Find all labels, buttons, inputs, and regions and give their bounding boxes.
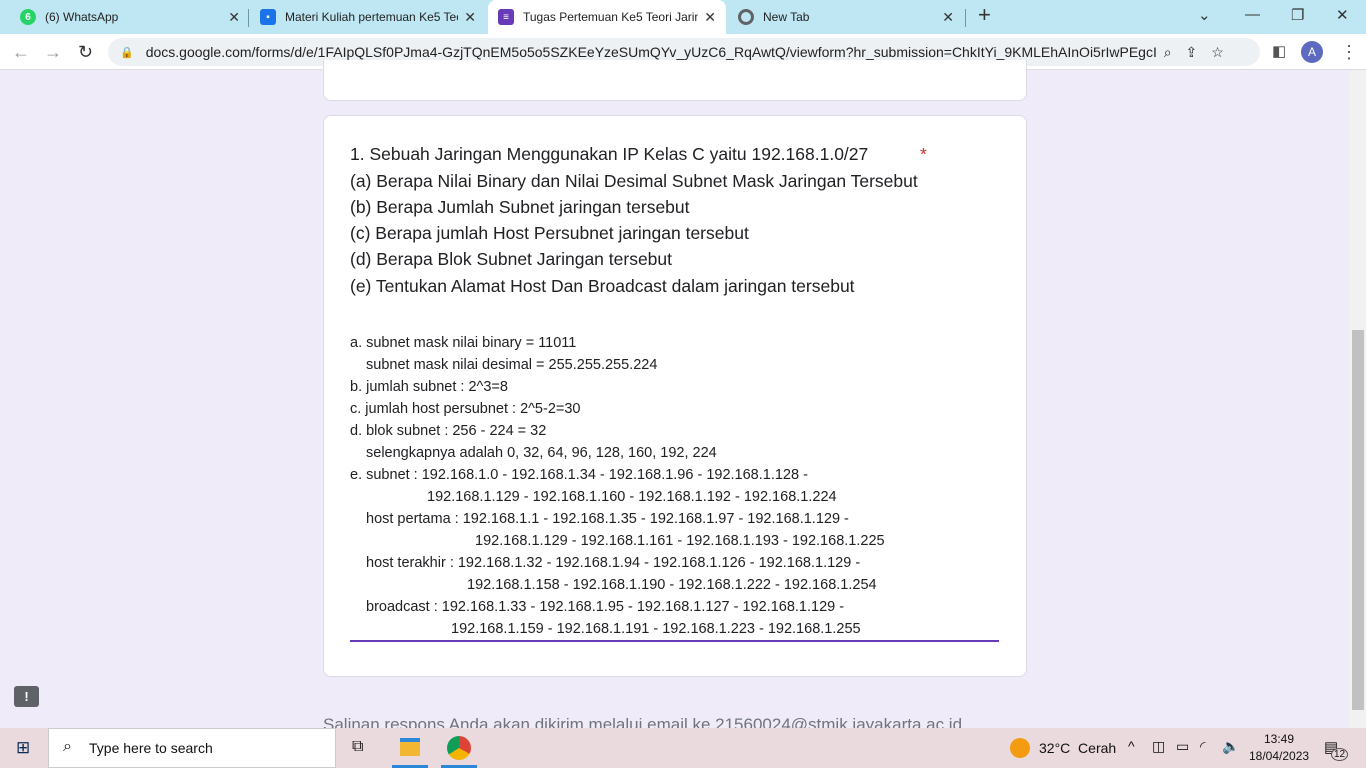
wifi-icon[interactable]: ◜ (1200, 738, 1205, 755)
notification-count: 12 (1331, 748, 1349, 761)
tab-separator (965, 9, 966, 27)
windows-start-icon[interactable]: ⊞ (16, 738, 30, 758)
back-button[interactable]: ← (12, 42, 30, 63)
answer-line: host pertama : 192.168.1.1 - 192.168.1.3… (366, 511, 849, 527)
tab-title: (6) WhatsApp (45, 10, 119, 24)
question-line: (e) Tentukan Alamat Host Dan Broadcast d… (350, 276, 855, 296)
bookmark-star-icon[interactable]: ☆ (1211, 44, 1224, 61)
tab-tugas[interactable]: ≡ Tugas Pertemuan Ke5 Teori Jaringan ✕ (488, 0, 726, 34)
close-tab-icon[interactable]: ✕ (942, 9, 954, 26)
answer-line: b. jumlah subnet : 2^3=8 (350, 379, 508, 395)
forward-button[interactable]: → (44, 42, 62, 63)
question-line: (a) Berapa Nilai Binary dan Nilai Desima… (350, 171, 918, 191)
tab-new-tab[interactable]: New Tab ✕ (728, 0, 964, 34)
battery-icon[interactable]: ▭ (1176, 738, 1189, 755)
answer-line: 192.168.1.129 - 192.168.1.161 - 192.168.… (475, 533, 885, 549)
answer-line: host terakhir : 192.168.1.32 - 192.168.1… (366, 555, 861, 571)
volume-icon[interactable]: 🔈 (1222, 738, 1239, 755)
side-panel-icon[interactable]: ◧ (1272, 42, 1286, 60)
weather-icon (1010, 738, 1030, 758)
restore-button[interactable]: ❐ (1291, 6, 1304, 24)
required-asterisk: * (920, 144, 927, 164)
tab-title: Materi Kuliah pertemuan Ke5 Teori (285, 10, 459, 24)
answer-line: 192.168.1.129 - 192.168.1.160 - 192.168.… (427, 489, 837, 505)
answer-line: selengkapnya adalah 0, 32, 64, 96, 128, … (366, 445, 717, 461)
answer-line: c. jumlah host persubnet : 2^5-2=30 (350, 401, 581, 417)
answer-line: a. subnet mask nilai binary = 11011 (350, 335, 577, 351)
answer-line: 192.168.1.158 - 192.168.1.190 - 192.168.… (467, 577, 877, 593)
task-view-icon[interactable]: ⧉ (352, 738, 363, 756)
zoom-icon[interactable]: ⌕ (1164, 44, 1172, 61)
question-line: (b) Berapa Jumlah Subnet jaringan terseb… (350, 197, 690, 217)
menu-icon[interactable]: ⋮ (1340, 42, 1358, 63)
report-feedback-icon[interactable]: ! (14, 686, 39, 707)
question-title: 1. Sebuah Jaringan Menggunakan IP Kelas … (350, 144, 869, 164)
url-text: docs.google.com/forms/d/e/1FAIpQLSf0PJma… (145, 44, 1156, 60)
close-window-button[interactable]: ✕ (1336, 6, 1349, 24)
question-line: (c) Berapa jumlah Host Persubnet jaringa… (350, 223, 749, 243)
answer-line: d. blok subnet : 256 - 224 = 32 (350, 423, 547, 439)
scrollbar-thumb[interactable] (1352, 330, 1364, 710)
tab-separator (248, 9, 249, 27)
tab-title: New Tab (763, 10, 810, 24)
answer-line: broadcast : 192.168.1.33 - 192.168.1.95 … (366, 599, 845, 615)
answer-line: subnet mask nilai desimal = 255.255.255.… (366, 357, 658, 373)
email-copy-notice: Salinan respons Anda akan dikirim melalu… (323, 715, 963, 728)
forms-icon: ≡ (498, 9, 514, 25)
reload-button[interactable]: ↻ (78, 42, 93, 63)
tab-whatsapp[interactable]: 6 (6) WhatsApp ✕ (10, 0, 250, 34)
tab-materi[interactable]: ▪ Materi Kuliah pertemuan Ke5 Teori ✕ (250, 0, 486, 34)
avatar[interactable]: A (1301, 41, 1323, 63)
tab-strip: 6 (6) WhatsApp ✕ ▪ Materi Kuliah pertemua… (0, 0, 1366, 34)
new-tab-button[interactable]: + (978, 2, 991, 28)
share-icon[interactable]: ⇪ (1186, 44, 1198, 61)
answer-line: e. subnet : 192.168.1.0 - 192.168.1.34 -… (350, 467, 808, 483)
search-placeholder: Type here to search (89, 740, 213, 756)
question-line: (d) Berapa Blok Subnet Jaringan tersebut (350, 249, 672, 269)
answer-line: 192.168.1.159 - 192.168.1.191 - 192.168.… (451, 621, 861, 637)
clock-date[interactable]: 18/04/2023 (1249, 749, 1309, 763)
close-tab-icon[interactable]: ✕ (704, 9, 716, 26)
previous-card (323, 60, 1027, 101)
tab-title: Tugas Pertemuan Ke5 Teori Jaringan (523, 10, 699, 24)
chrome-icon (738, 9, 754, 25)
classroom-icon: ▪ (260, 9, 276, 25)
tab-search-icon[interactable]: ⌄ (1198, 6, 1211, 24)
file-explorer-icon[interactable] (400, 738, 420, 756)
taskbar-search[interactable]: ⌕ Type here to search (48, 728, 336, 768)
meet-icon[interactable]: ◫ (1152, 738, 1165, 755)
minimize-button[interactable]: — (1245, 6, 1260, 23)
chrome-taskbar-icon[interactable] (447, 736, 471, 760)
whatsapp-icon: 6 (20, 9, 36, 25)
lock-icon: 🔒 (120, 46, 134, 59)
close-tab-icon[interactable]: ✕ (464, 9, 476, 26)
answer-textarea[interactable]: a. subnet mask nilai binary = 11011 subn… (350, 330, 999, 642)
taskbar: ⊞ ⌕ Type here to search ⧉ 32°C Cerah ^ ◫… (0, 728, 1366, 768)
close-tab-icon[interactable]: ✕ (228, 9, 240, 26)
clock-time[interactable]: 13:49 (1264, 732, 1294, 746)
chevron-up-icon[interactable]: ^ (1128, 738, 1135, 754)
search-icon: ⌕ (63, 738, 72, 755)
weather-text[interactable]: 32°C Cerah (1039, 740, 1116, 756)
